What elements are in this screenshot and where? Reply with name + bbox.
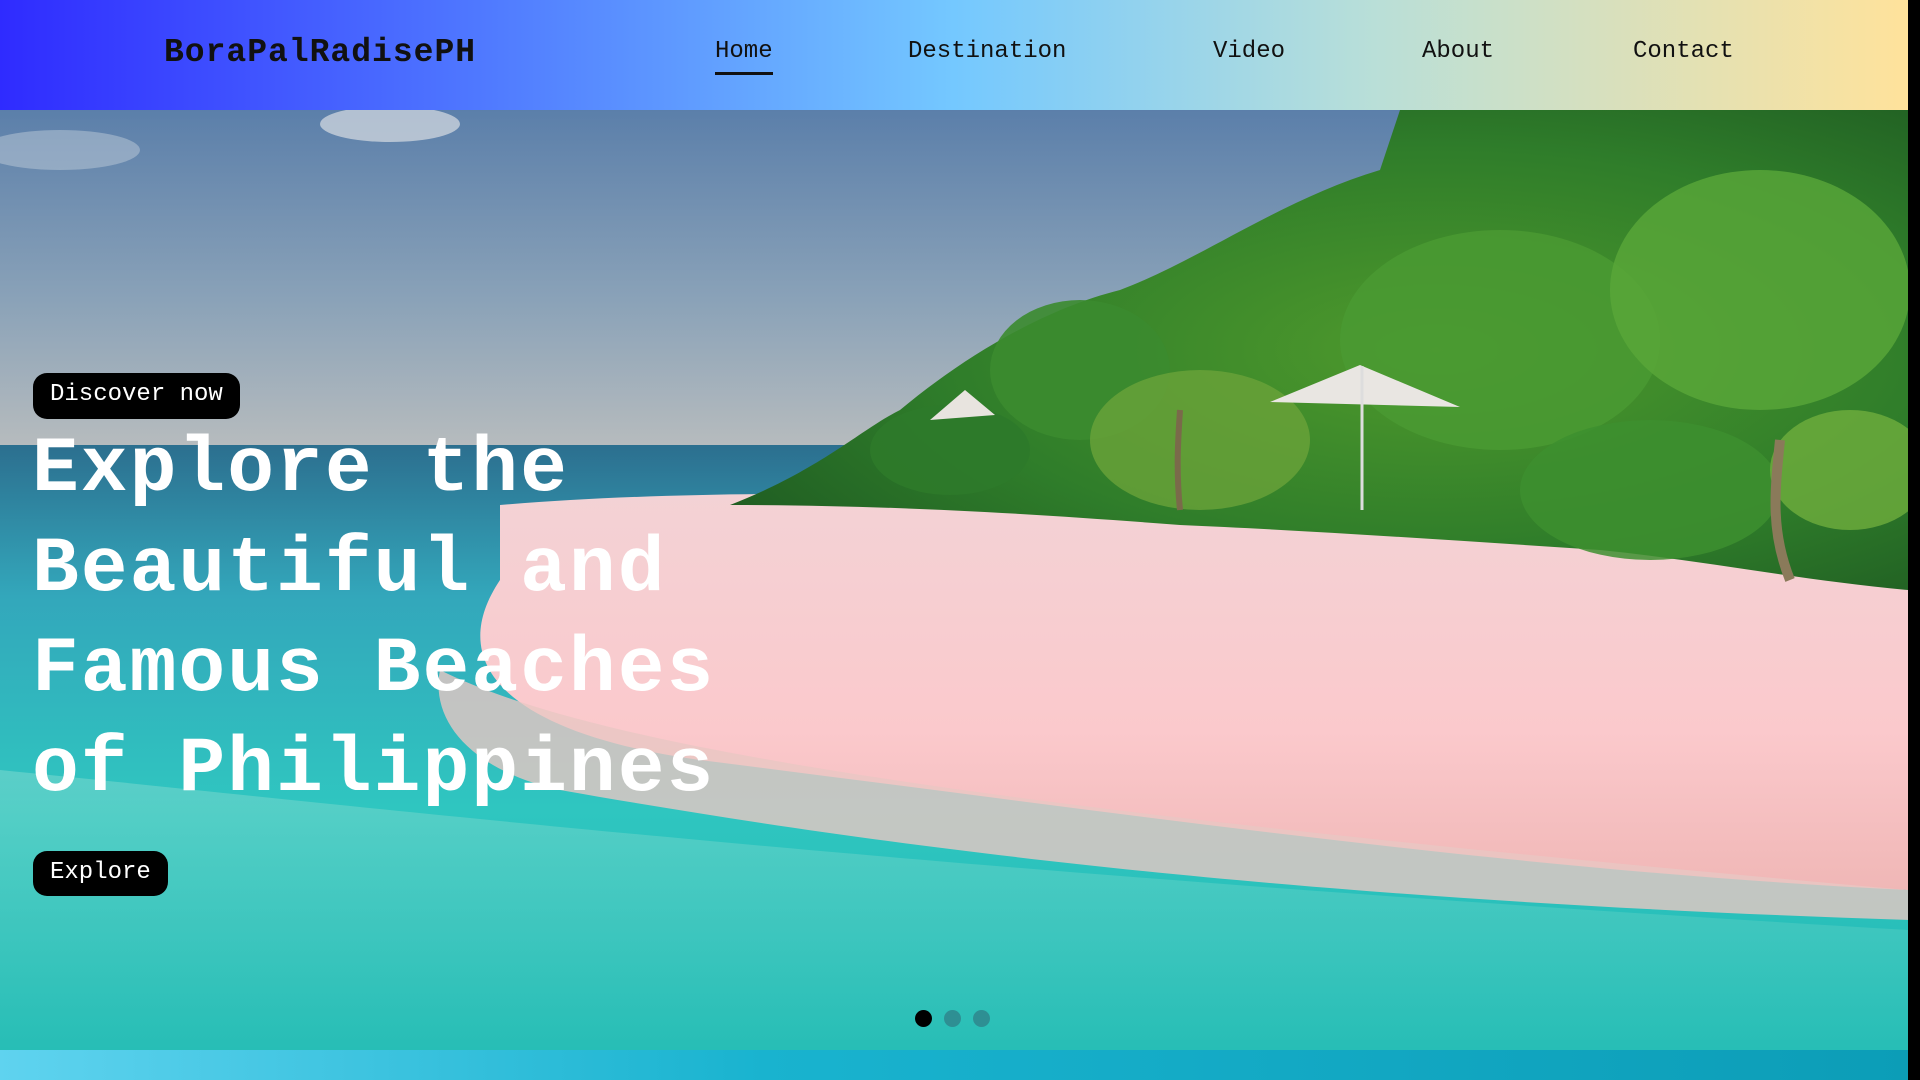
slide-dot-3[interactable]	[973, 1010, 990, 1027]
explore-button[interactable]: Explore	[33, 851, 168, 896]
hero-headline: Explore the Beautiful and Famous Beaches…	[32, 420, 932, 820]
slide-dot-2[interactable]	[944, 1010, 961, 1027]
headline-line: Beautiful and	[32, 526, 667, 614]
headline-line: Explore the	[32, 426, 569, 514]
headline-line: Famous Beaches	[32, 626, 716, 714]
headline-line: of Philippines	[32, 726, 716, 814]
nav-link-video[interactable]: Video	[1213, 38, 1285, 65]
hero-slider: Discover now Explore the Beautiful and F…	[0, 110, 1908, 1050]
nav-link-about[interactable]: About	[1422, 38, 1494, 65]
window-edge	[1908, 0, 1920, 1080]
nav-link-home[interactable]: Home	[715, 38, 773, 75]
landing-page: BoraPalRadisePH Home Destination Video A…	[0, 0, 1908, 1080]
brand-logo[interactable]: BoraPalRadisePH	[164, 34, 476, 71]
slide-dot-1[interactable]	[915, 1010, 932, 1027]
next-section-edge	[0, 1050, 1908, 1080]
nav-link-destination[interactable]: Destination	[908, 38, 1066, 65]
top-navbar: BoraPalRadisePH Home Destination Video A…	[0, 0, 1908, 110]
slider-pagination	[915, 1010, 990, 1027]
discover-now-button[interactable]: Discover now	[33, 373, 240, 419]
nav-link-contact[interactable]: Contact	[1633, 38, 1734, 65]
